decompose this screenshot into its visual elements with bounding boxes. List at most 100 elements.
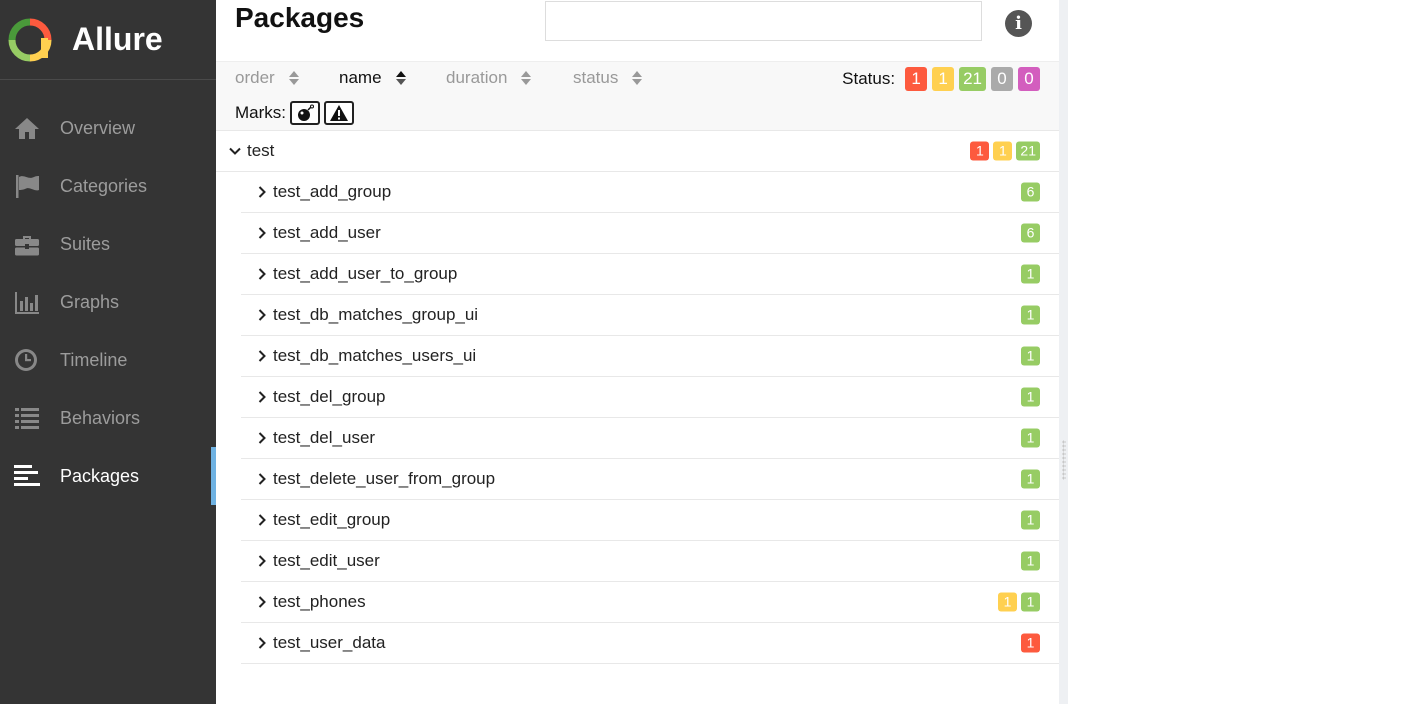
count-badge-passed: 1 [1021,469,1040,489]
tree-item-name: test_db_matches_group_ui [273,305,479,324]
tree-item-name: test_add_user [273,223,381,242]
count-badge-failed: 1 [1021,633,1040,653]
brand[interactable]: Allure [0,0,216,80]
tree-item[interactable]: test_add_user_to_group 1 [241,254,1059,295]
sort-arrows-icon [521,71,532,85]
status-counts: 1 [1017,305,1040,325]
marks-filter: Marks: [235,101,354,125]
count-badge-passed: 21 [1016,141,1040,161]
status-toggle-failed[interactable]: 1 [905,67,928,91]
status-counts: 1 [1017,510,1040,530]
chevron-right-icon [255,349,269,363]
chevron-right-icon [255,431,269,445]
status-toggle-unknown[interactable]: 0 [1018,67,1040,91]
tree-item-name: test_del_user [273,428,376,447]
search-input[interactable] [545,1,982,41]
sort-status-label: status [573,68,619,87]
chevron-right-icon [255,595,269,609]
page-title: Packages [235,2,365,33]
tree-item-name: test_delete_user_from_group [273,469,496,488]
count-badge-passed: 6 [1021,182,1040,202]
count-badge-passed: 1 [1021,264,1040,284]
sidebar-item-timeline[interactable]: Timeline [0,331,216,389]
sort-name[interactable]: name [339,68,406,88]
count-badge-failed: 1 [970,141,990,161]
sort-order[interactable]: order [235,68,299,88]
count-badge-passed: 1 [1021,551,1040,571]
status-counts: 1 [1017,551,1040,571]
allure-logo-icon [8,18,52,61]
tree-item-name: test_del_group [273,387,386,406]
chevron-right-icon [255,513,269,527]
tree-item[interactable]: test_db_matches_group_ui 1 [241,295,1059,336]
info-icon[interactable]: i [1005,10,1032,37]
main-pane: Packages i order name duration status St… [216,0,1059,704]
sort-status[interactable]: status [573,68,643,88]
details-pane [1068,0,1401,704]
flaky-bomb-icon[interactable] [290,101,320,125]
tree-item-name: test_edit_user [273,551,380,570]
home-icon [13,114,41,142]
status-counts: 6 [1017,182,1040,202]
sidebar-item-behaviors[interactable]: Behaviors [0,389,216,447]
tree-group-name: test [247,141,275,160]
tree-item-name: test_user_data [273,633,386,652]
chevron-right-icon [255,185,269,199]
chevron-right-icon [255,308,269,322]
tree-item[interactable]: test_db_matches_users_ui 1 [241,336,1059,377]
clock-icon [13,346,41,374]
sidebar-item-label: Suites [60,233,111,254]
status-toggle-skipped[interactable]: 0 [991,67,1013,91]
tree-item[interactable]: test_delete_user_from_group 1 [241,459,1059,500]
tree-toolbar: order name duration status Status: 1 1 21 0… [216,62,1059,131]
tree-item[interactable]: test_add_group 6 [241,172,1059,213]
count-badge-broken: 1 [998,592,1017,612]
status-counts: 6 [1017,223,1040,243]
app-name: Allure [72,21,163,57]
sidebar-item-graphs[interactable]: Graphs [0,273,216,331]
tree-item[interactable]: test_phones 1 1 [241,582,1059,623]
count-badge-passed: 1 [1021,305,1040,325]
flag-icon [13,172,41,200]
status-counts: 1 [1017,469,1040,489]
count-badge-passed: 1 [1021,592,1040,612]
align-left-icon [13,462,41,490]
status-counts: 1 [1017,264,1040,284]
chevron-right-icon [255,554,269,568]
status-toggle-passed[interactable]: 21 [959,67,986,91]
sort-order-label: order [235,68,275,87]
sort-arrows-icon [395,71,406,85]
status-filter: Status: 1 1 21 0 0 [842,67,1040,91]
count-badge-passed: 1 [1021,387,1040,407]
sidebar-item-label: Overview [60,117,136,138]
chevron-right-icon [255,267,269,281]
sidebar: Allure Overview Categories Suites Graphs Tim… [0,0,216,704]
sidebar-item-packages[interactable]: Packages [0,447,216,505]
list-icon [13,404,41,432]
tree-item[interactable]: test_edit_group 1 [241,500,1059,541]
sidebar-item-label: Packages [60,465,140,486]
tree-item[interactable]: test_add_user 6 [241,213,1059,254]
status-toggle-broken[interactable]: 1 [932,67,955,91]
tree-item[interactable]: test_user_data 1 [241,623,1059,664]
tree-item[interactable]: test_edit_user 1 [241,541,1059,582]
warning-icon[interactable] [324,101,354,125]
pane-splitter[interactable] [1059,0,1068,704]
splitter-grip-icon [1062,440,1066,480]
status-counts: 11 [994,592,1040,612]
sidebar-item-label: Categories [60,175,148,196]
tree-item[interactable]: test_del_group 1 [241,377,1059,418]
tree-item[interactable]: test_del_user 1 [241,418,1059,459]
tree-item-name: test_add_group [273,182,392,201]
tree-group-test[interactable]: test 1 1 21 [216,131,1059,172]
sidebar-item-overview[interactable]: Overview [0,99,216,157]
briefcase-icon [13,230,41,258]
sidebar-item-categories[interactable]: Categories [0,157,216,215]
sort-duration-label: duration [446,68,508,87]
count-badge-passed: 1 [1021,346,1040,366]
sort-duration[interactable]: duration [446,68,532,88]
sidebar-item-suites[interactable]: Suites [0,215,216,273]
sort-arrows-icon [632,71,643,85]
package-tree: test 1 1 21 test_add_group 6 test_add_user 6 t… [216,131,1059,664]
status-counts: 1 [1017,428,1040,448]
